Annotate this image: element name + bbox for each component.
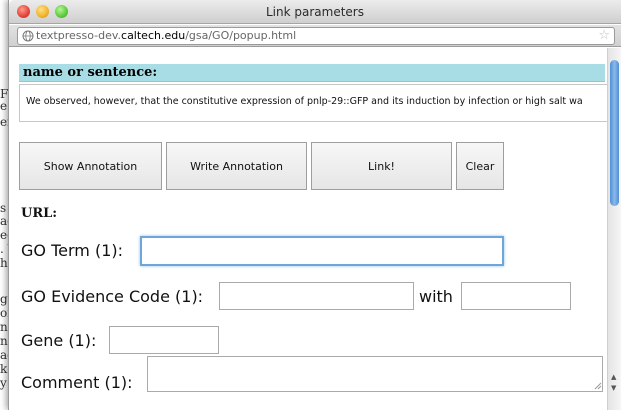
- background-text-line: e: [0, 99, 8, 113]
- scroll-thumb[interactable]: [610, 60, 619, 206]
- gene-input[interactable]: [109, 326, 219, 354]
- popup-window: Link parameters textpresso-dev.caltech.e…: [8, 0, 621, 410]
- with-input[interactable]: [461, 282, 571, 310]
- url-field[interactable]: textpresso-dev.caltech.edu/gsa/GO/popup.…: [17, 27, 615, 45]
- link-button[interactable]: Link!: [311, 142, 452, 190]
- vertical-scrollbar[interactable]: ▲ ▼: [607, 48, 621, 410]
- globe-icon: [22, 30, 34, 42]
- go-evidence-code-input[interactable]: [219, 282, 414, 310]
- popup-content: name or sentence: We observed, however, …: [9, 48, 613, 410]
- go-evidence-code-label: GO Evidence Code (1):: [21, 287, 204, 306]
- url-label: URL:: [21, 206, 58, 221]
- sentence-text: We observed, however, that the constitut…: [19, 84, 613, 122]
- go-term-label: GO Term (1):: [21, 241, 123, 260]
- url-prefix: textpresso-dev.: [36, 29, 122, 42]
- clear-button[interactable]: Clear: [456, 142, 504, 190]
- comment-label: Comment (1):: [21, 373, 133, 392]
- show-annotation-button[interactable]: Show Annotation: [19, 142, 162, 190]
- comment-textarea[interactable]: [147, 356, 603, 392]
- url-host: caltech.edu: [121, 29, 186, 42]
- scroll-up-arrow-icon[interactable]: ▲: [611, 374, 616, 381]
- bookmark-star-icon[interactable]: ☆: [598, 28, 610, 44]
- address-bar: textpresso-dev.caltech.edu/gsa/GO/popup.…: [9, 25, 621, 47]
- gene-label: Gene (1):: [21, 331, 97, 350]
- title-bar: Link parameters: [9, 0, 621, 24]
- write-annotation-button[interactable]: Write Annotation: [166, 142, 307, 190]
- with-label: with: [419, 287, 453, 306]
- scroll-down-arrow-icon[interactable]: ▼: [611, 385, 616, 392]
- go-term-input[interactable]: [140, 236, 504, 266]
- window-title: Link parameters: [266, 5, 364, 19]
- section-header: name or sentence:: [19, 64, 605, 82]
- url-path: /gsa/GO/popup.html: [185, 29, 297, 42]
- resize-grip-icon[interactable]: [594, 382, 602, 390]
